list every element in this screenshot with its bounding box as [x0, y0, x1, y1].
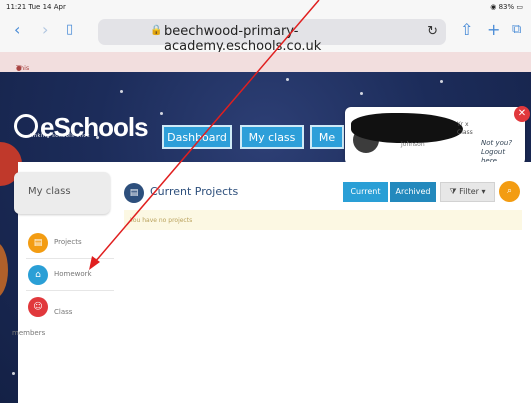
annotation-arrow-line	[94, 0, 320, 263]
annotation-arrow	[89, 0, 320, 270]
